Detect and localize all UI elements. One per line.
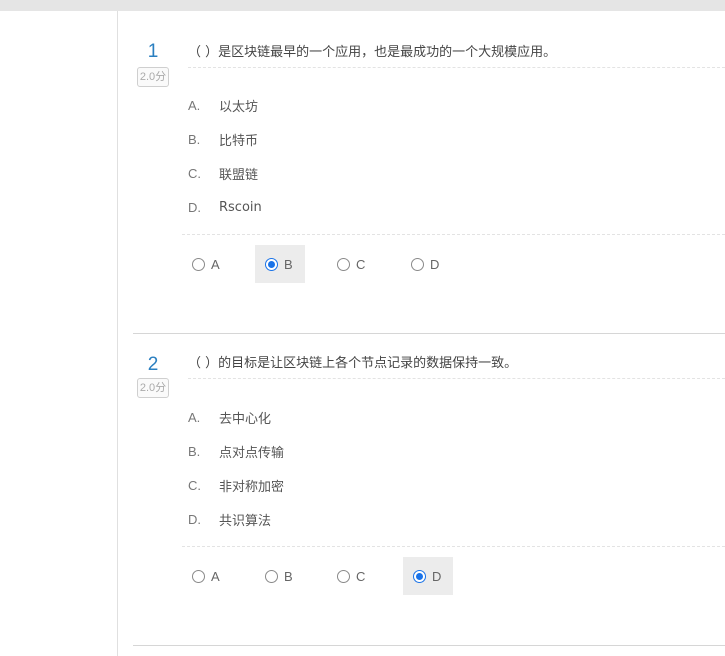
- radio-answer-b[interactable]: B: [255, 557, 305, 595]
- radio-circle-icon[interactable]: [411, 257, 424, 271]
- radio-circle-icon[interactable]: [337, 569, 350, 583]
- radio-answer-c[interactable]: C: [327, 245, 377, 283]
- option-text: 非对称加密: [219, 479, 285, 495]
- option-b: B. 比特币: [188, 122, 588, 156]
- option-text: Rscoin: [219, 199, 262, 215]
- radio-label: C: [356, 568, 366, 584]
- option-letter: D.: [188, 511, 201, 527]
- radio-answer-d[interactable]: D: [403, 557, 454, 595]
- option-letter: B.: [188, 131, 201, 147]
- option-c: C. 非对称加密: [188, 468, 588, 502]
- option-letter: A.: [188, 409, 201, 425]
- option-list: A. 去中心化 B. 点对点传输 C. 非对称加密 D. 共识算法: [188, 400, 588, 536]
- question-text: （ ）的目标是让区块链上各个节点记录的数据保持一致。: [188, 355, 725, 379]
- option-letter: A.: [188, 97, 201, 113]
- question-score-badge: 2.0分: [137, 378, 169, 398]
- option-text: 联盟链: [219, 167, 259, 183]
- radio-answer-a[interactable]: A: [182, 245, 232, 283]
- option-letter: C.: [188, 477, 201, 493]
- radio-answer-a[interactable]: A: [182, 557, 232, 595]
- radio-answer-d[interactable]: D: [401, 245, 451, 283]
- option-letter: D.: [188, 199, 201, 215]
- radio-label: D: [432, 568, 442, 584]
- option-text: 点对点传输: [219, 445, 285, 461]
- option-text: 以太坊: [219, 99, 259, 115]
- option-c: C. 联盟链: [188, 156, 588, 190]
- radio-circle-icon[interactable]: [192, 569, 205, 583]
- radio-label: C: [356, 256, 366, 272]
- option-b: B. 点对点传输: [188, 434, 588, 468]
- question-number: 1: [147, 41, 159, 62]
- option-d: D. Rscoin: [188, 190, 588, 224]
- option-text: 去中心化: [219, 411, 272, 427]
- option-d: D. 共识算法: [188, 502, 588, 536]
- option-letter: C.: [188, 165, 201, 181]
- question-1: 1 2.0分 （ ）是区块链最早的一个应用，也是最成功的一个大规模应用。 A. …: [118, 11, 725, 333]
- radio-answer-b[interactable]: B: [255, 245, 305, 283]
- question-divider: [133, 645, 725, 646]
- option-a: A. 去中心化: [188, 400, 588, 434]
- radio-circle-icon[interactable]: [413, 569, 426, 583]
- option-letter: B.: [188, 443, 201, 459]
- radio-label: A: [211, 256, 220, 272]
- option-a: A. 以太坊: [188, 88, 588, 122]
- top-bar: [0, 0, 725, 11]
- option-text: 比特币: [219, 133, 259, 149]
- radio-label: A: [211, 568, 220, 584]
- answer-radio-group: A B C D: [182, 234, 725, 294]
- option-list: A. 以太坊 B. 比特币 C. 联盟链 D. Rscoin: [188, 88, 588, 224]
- radio-label: D: [430, 256, 440, 272]
- radio-label: B: [284, 568, 293, 584]
- radio-answer-c[interactable]: C: [327, 557, 377, 595]
- radio-circle-icon[interactable]: [337, 257, 350, 271]
- radio-circle-icon[interactable]: [265, 569, 278, 583]
- answer-radio-group: A B C D: [182, 546, 725, 606]
- radio-circle-icon[interactable]: [192, 257, 205, 271]
- question-text: （ ）是区块链最早的一个应用，也是最成功的一个大规模应用。: [188, 44, 725, 68]
- radio-label: B: [284, 256, 293, 272]
- question-score-badge: 2.0分: [137, 67, 169, 87]
- question-2: 2 2.0分 （ ）的目标是让区块链上各个节点记录的数据保持一致。 A. 去中心…: [118, 334, 725, 646]
- radio-circle-icon[interactable]: [265, 257, 278, 271]
- option-text: 共识算法: [219, 513, 272, 529]
- question-number: 2: [147, 354, 159, 375]
